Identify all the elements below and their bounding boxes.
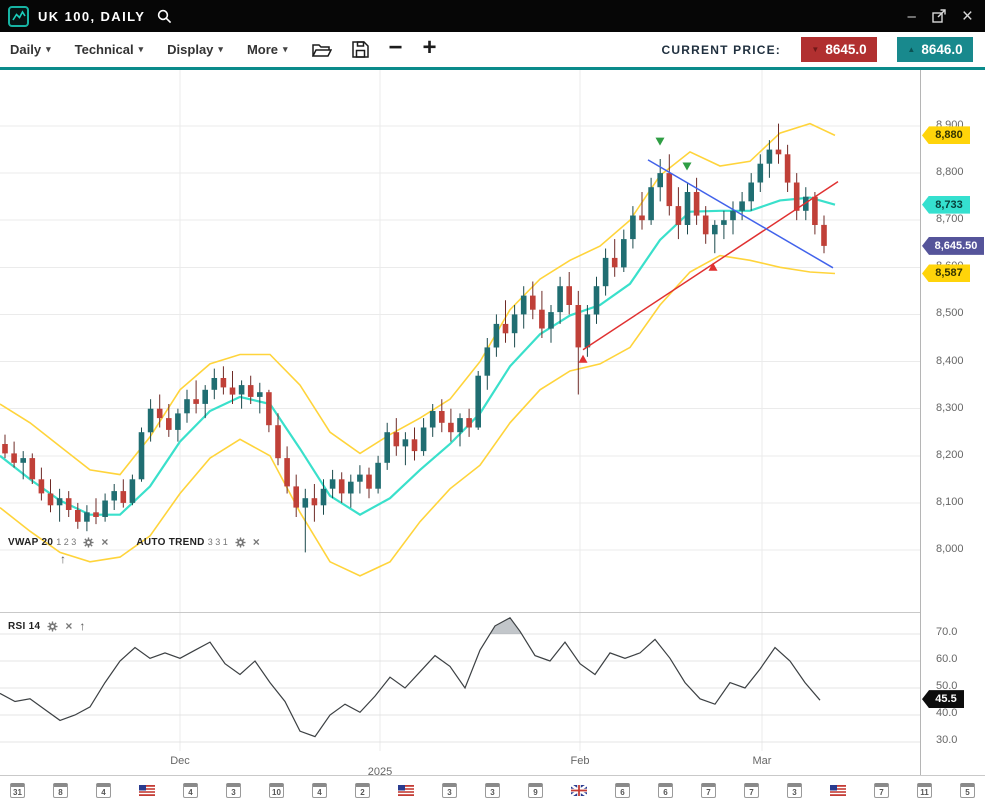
calendar-event-icon[interactable]: 4 <box>312 783 327 798</box>
current-price-panel: CURRENT PRICE: ▼ 8645.0 ▲ 8646.0 <box>662 37 975 62</box>
calendar-event-icon[interactable]: 8 <box>53 783 68 798</box>
price-badge: 8,645.50 <box>922 237 984 255</box>
rsi-axis-label: 60.0 <box>936 653 957 665</box>
vwap-settings-icon[interactable] <box>83 537 94 548</box>
price-up-arrow-icon: ▲ <box>907 46 915 54</box>
price-axis[interactable]: 8,9008,8008,7008,6008,5008,4008,3008,200… <box>920 70 985 775</box>
close-button[interactable]: × <box>962 7 973 26</box>
flag-us-icon[interactable] <box>398 785 414 796</box>
sell-signal-marker <box>656 138 665 146</box>
calendar-event-icon[interactable]: 4 <box>183 783 198 798</box>
buy-price-badge[interactable]: ▲ 8646.0 <box>897 37 973 62</box>
calendar-event-icon[interactable]: 7 <box>701 783 716 798</box>
current-price-label: CURRENT PRICE: <box>662 43 781 57</box>
rsi-legend-label: RSI 14 <box>8 621 40 632</box>
price-chart-canvas[interactable] <box>0 70 920 612</box>
time-axis-label: Dec <box>160 755 200 767</box>
calendar-event-icon[interactable]: 3 <box>442 783 457 798</box>
minimize-button[interactable]: – <box>908 9 916 24</box>
calendar-event-icon[interactable]: 9 <box>528 783 543 798</box>
time-axis-label: Mar <box>742 755 782 767</box>
menu-bar: Daily▾ Technical▾ Display▾ More▾ <box>10 42 312 57</box>
calendar-strip: 31 8 4 4 3 10 4 2 3 3 9 6 6 7 7 3 7 11 5 <box>0 775 985 805</box>
flag-us-icon[interactable] <box>139 785 155 796</box>
popout-button[interactable] <box>932 9 946 23</box>
time-axis[interactable]: Dec2025FebMar <box>0 751 920 775</box>
sell-price-value: 8645.0 <box>825 42 866 57</box>
price-axis-label: 8,400 <box>936 355 964 367</box>
auto-trend-remove-icon[interactable]: × <box>253 536 260 548</box>
bollinger-lower-band <box>0 256 835 576</box>
rsi-line <box>0 618 820 737</box>
save-icon[interactable] <box>352 41 369 58</box>
chart-region: VWAP 201 2 3 × AUTO TREND3 3 1 × ↑ RSI 1… <box>0 70 985 805</box>
chart-toolbar: Daily▾ Technical▾ Display▾ More▾ − + CURREN… <box>0 32 985 70</box>
calendar-event-icon[interactable]: 6 <box>615 783 630 798</box>
zoom-in-icon[interactable]: + <box>423 36 437 60</box>
rsi-legend: RSI 14 × ↑ <box>8 620 85 632</box>
calendar-event-icon[interactable]: 4 <box>96 783 111 798</box>
rsi-move-up-icon[interactable]: ↑ <box>79 620 85 632</box>
price-axis-label: 8,200 <box>936 449 964 461</box>
price-axis-label: 8,300 <box>936 402 964 414</box>
rsi-axis-label: 40.0 <box>936 707 957 719</box>
rsi-axis-label: 70.0 <box>936 626 957 638</box>
calendar-event-icon[interactable]: 31 <box>10 783 25 798</box>
chevron-down-icon: ▾ <box>218 44 223 55</box>
auto-trend-legend-label: AUTO TREND3 3 1 <box>136 537 227 548</box>
price-axis-label: 8,000 <box>936 543 964 555</box>
price-down-arrow-icon: ▼ <box>811 46 819 54</box>
app-logo-icon <box>8 6 29 27</box>
auto-trend-settings-icon[interactable] <box>235 537 246 548</box>
window-title: UK 100, DAILY <box>38 9 145 24</box>
calendar-event-icon[interactable]: 7 <box>744 783 759 798</box>
move-indicator-up-icon[interactable]: ↑ <box>60 552 66 566</box>
rsi-axis-label: 30.0 <box>936 734 957 746</box>
rsi-value-badge: 45.5 <box>922 690 964 708</box>
menu-display[interactable]: Display▾ <box>167 42 223 57</box>
titlebar: UK 100, DAILY – × <box>0 0 985 32</box>
zoom-out-icon[interactable]: − <box>389 36 403 60</box>
calendar-event-icon[interactable]: 6 <box>658 783 673 798</box>
price-axis-label: 8,500 <box>936 307 964 319</box>
time-axis-label: Feb <box>560 755 600 767</box>
price-badge: 8,880 <box>922 126 970 144</box>
menu-more[interactable]: More▾ <box>247 42 288 57</box>
calendar-event-icon[interactable]: 5 <box>960 783 975 798</box>
flag-us-icon[interactable] <box>830 785 846 796</box>
vwap-remove-icon[interactable]: × <box>101 536 108 548</box>
bollinger-upper-band <box>0 124 835 475</box>
price-badge: 8,733 <box>922 196 970 214</box>
price-axis-label: 8,100 <box>936 496 964 508</box>
price-badge: 8,587 <box>922 264 970 282</box>
chevron-down-icon: ▾ <box>46 44 51 55</box>
sell-price-badge[interactable]: ▼ 8645.0 <box>801 37 877 62</box>
price-axis-label: 8,800 <box>936 166 964 178</box>
menu-technical[interactable]: Technical▾ <box>75 42 144 57</box>
trading-platform-window: UK 100, DAILY – × Daily▾ Technical▾ Displa… <box>0 0 985 805</box>
sell-signal-marker <box>683 163 692 171</box>
price-axis-label: 8,700 <box>936 213 964 225</box>
search-icon[interactable] <box>157 9 172 24</box>
rsi-panel-canvas[interactable] <box>0 612 920 751</box>
buy-price-value: 8646.0 <box>921 42 962 57</box>
calendar-event-icon[interactable]: 2 <box>355 783 370 798</box>
menu-daily[interactable]: Daily▾ <box>10 42 51 57</box>
indicator-legend: VWAP 201 2 3 × AUTO TREND3 3 1 × <box>8 536 260 548</box>
rsi-settings-icon[interactable] <box>47 621 58 632</box>
rsi-remove-icon[interactable]: × <box>65 620 72 632</box>
calendar-event-icon[interactable]: 10 <box>269 783 284 798</box>
vwap-legend-label: VWAP 201 2 3 <box>8 537 76 548</box>
calendar-event-icon[interactable]: 7 <box>874 783 889 798</box>
chevron-down-icon: ▾ <box>283 44 288 55</box>
candles <box>2 124 827 553</box>
chevron-down-icon: ▾ <box>139 44 144 55</box>
open-folder-icon[interactable] <box>312 42 332 58</box>
calendar-event-icon[interactable]: 11 <box>917 783 932 798</box>
flag-uk-icon[interactable] <box>571 785 587 796</box>
calendar-event-icon[interactable]: 3 <box>226 783 241 798</box>
calendar-event-icon[interactable]: 3 <box>787 783 802 798</box>
calendar-event-icon[interactable]: 3 <box>485 783 500 798</box>
